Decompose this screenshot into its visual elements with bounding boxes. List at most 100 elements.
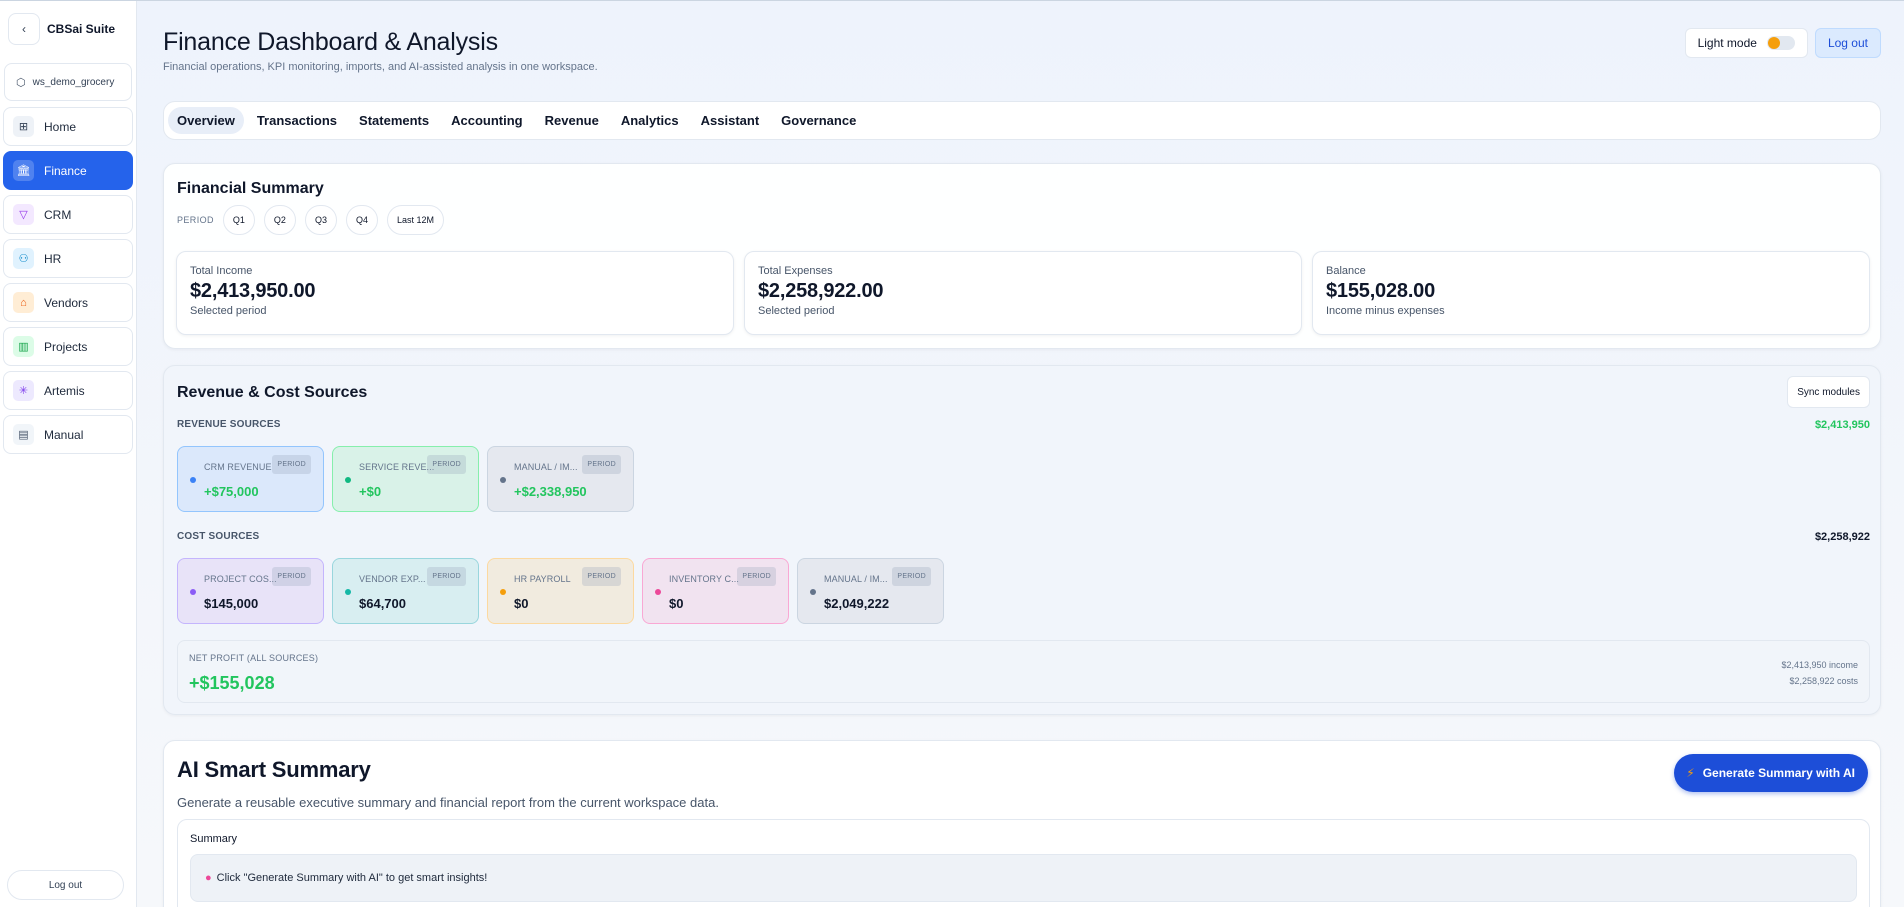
kpi-note: Income minus expenses [1326,305,1445,317]
kpi-row: Total Income $2,413,950.00 Selected period… [176,251,1870,335]
logout-button[interactable]: Log out [1814,28,1881,58]
tab-transactions[interactable]: Transactions [248,107,346,134]
sidebar-item-label: Home [44,119,77,134]
source-card[interactable]: HR PAYROLL PERIOD $0 [487,558,634,624]
kpi-card: Total Income $2,413,950.00 Selected period [176,251,734,335]
source-value: +$75,000 [204,484,259,499]
toggle-switch[interactable] [1766,36,1795,50]
cost-total: $2,258,922 [1814,531,1870,543]
period-q3[interactable]: Q3 [304,205,337,235]
kpi-value: $155,028.00 [1326,280,1436,302]
projects-icon: ▥ [13,336,34,357]
period-selector: PERIOD Q1 Q2 Q3 Q4 Last 12M [177,205,453,235]
cost-sources-label: COST SOURCES [177,531,260,542]
sidebar-item-manual[interactable]: ▤ Manual [3,415,133,454]
source-name: PROJECT COS... [204,574,277,584]
artemis-icon: ✳ [13,380,34,401]
toggle-knob [1767,37,1780,49]
ai-summary-subtitle: Generate a reusable executive summary an… [177,795,719,810]
top-actions: Light mode Log out [1684,28,1881,58]
period-badge: PERIOD [892,567,931,586]
tab-revenue[interactable]: Revenue [536,107,608,134]
source-value: +$2,338,950 [514,484,587,499]
page-title: Finance Dashboard & Analysis [163,28,498,56]
summary-placeholder-text: Click "Generate Summary with AI" to get … [216,872,488,884]
period-badge: PERIOD [582,455,621,474]
source-dot [810,589,816,595]
net-costs: $2,258,922 costs [1789,676,1858,686]
source-card[interactable]: MANUAL / IM... PERIOD $2,049,222 [797,558,944,624]
kpi-note: Selected period [758,305,835,317]
home-icon: ⊞ [13,116,34,137]
bolt-icon: ⚡ [1686,766,1695,780]
period-badge: PERIOD [272,567,311,586]
source-value: $64,700 [359,596,406,611]
app-name: CBSai Suite [47,22,116,36]
sidebar-item-home[interactable]: ⊞ Home [3,107,133,146]
sidebar-item-label: Finance [44,163,87,178]
hr-icon: ⚇ [13,248,34,269]
sidebar-item-label: Manual [44,427,84,442]
kpi-value: $2,413,950.00 [190,280,316,302]
source-card[interactable]: VENDOR EXP... PERIOD $64,700 [332,558,479,624]
source-name: VENDOR EXP... [359,574,426,584]
light-mode-toggle[interactable]: Light mode [1684,28,1808,58]
period-badge: PERIOD [272,455,311,474]
source-dot [345,589,351,595]
page-subtitle: Financial operations, KPI monitoring, im… [163,61,598,73]
summary-placeholder: ● Click "Generate Summary with AI" to ge… [190,854,1857,902]
chevron-left-icon: ‹ [22,22,26,36]
cube-icon: ⬡ [16,76,26,89]
sidebar-item-vendors[interactable]: ⌂ Vendors [3,283,133,322]
period-badge: PERIOD [427,567,466,586]
light-mode-label: Light mode [1697,36,1757,50]
source-value: +$0 [359,484,382,499]
source-dot [190,589,196,595]
crm-icon: ▽ [13,204,34,225]
source-dot [655,589,661,595]
source-card[interactable]: CRM REVENUE PERIOD +$75,000 [177,446,324,512]
generate-summary-button[interactable]: ⚡ Generate Summary with AI [1674,754,1868,792]
brain-icon: ● [205,872,212,884]
period-badge: PERIOD [427,455,466,474]
sidebar: ‹ CBSai Suite ⬡ ws_demo_grocery ⊞ Home 🏛 Fi… [0,1,137,907]
tab-bar: Overview Transactions Statements Accounting… [163,101,1881,140]
source-card[interactable]: INVENTORY C... PERIOD $0 [642,558,789,624]
period-q2[interactable]: Q2 [263,205,296,235]
source-card[interactable]: MANUAL / IM... PERIOD +$2,338,950 [487,446,634,512]
source-card[interactable]: SERVICE REVE... PERIOD +$0 [332,446,479,512]
source-card[interactable]: PROJECT COS... PERIOD $145,000 [177,558,324,624]
period-q4[interactable]: Q4 [345,205,378,235]
sidebar-item-label: Projects [44,339,88,354]
sidebar-item-artemis[interactable]: ✳ Artemis [3,371,133,410]
period-q1[interactable]: Q1 [222,205,255,235]
financial-summary-card: Financial Summary PERIOD Q1 Q2 Q3 Q4 Last 12… [163,163,1881,349]
revenue-total: $2,413,950 [1814,419,1870,431]
sync-modules-button[interactable]: Sync modules [1787,376,1870,408]
source-value: $0 [514,596,529,611]
sidebar-item-finance[interactable]: 🏛 Finance [3,151,133,190]
summary-label: Summary [190,833,238,845]
tab-assistant[interactable]: Assistant [692,107,769,134]
sidebar-item-projects[interactable]: ▥ Projects [3,327,133,366]
tab-overview[interactable]: Overview [168,107,244,134]
tab-statements[interactable]: Statements [350,107,438,134]
workspace-name: ws_demo_grocery [32,76,115,88]
tab-governance[interactable]: Governance [772,107,865,134]
net-profit-value: +$155,028 [189,673,275,693]
sidebar-item-hr[interactable]: ⚇ HR [3,239,133,278]
sidebar-item-crm[interactable]: ▽ CRM [3,195,133,234]
ai-summary-title: AI Smart Summary [177,757,371,782]
net-profit-label: NET PROFIT (ALL SOURCES) [189,653,319,663]
tab-accounting[interactable]: Accounting [442,107,532,134]
back-button[interactable]: ‹ [8,13,40,45]
source-dot [500,477,506,483]
sidebar-item-label: Artemis [44,383,85,398]
workspace-selector[interactable]: ⬡ ws_demo_grocery [4,63,132,101]
source-dot [190,477,196,483]
source-name: MANUAL / IM... [514,462,578,472]
period-last-12m[interactable]: Last 12M [386,205,444,235]
sidebar-logout-button[interactable]: Log out [7,870,124,900]
kpi-note: Selected period [190,305,267,317]
tab-analytics[interactable]: Analytics [612,107,688,134]
